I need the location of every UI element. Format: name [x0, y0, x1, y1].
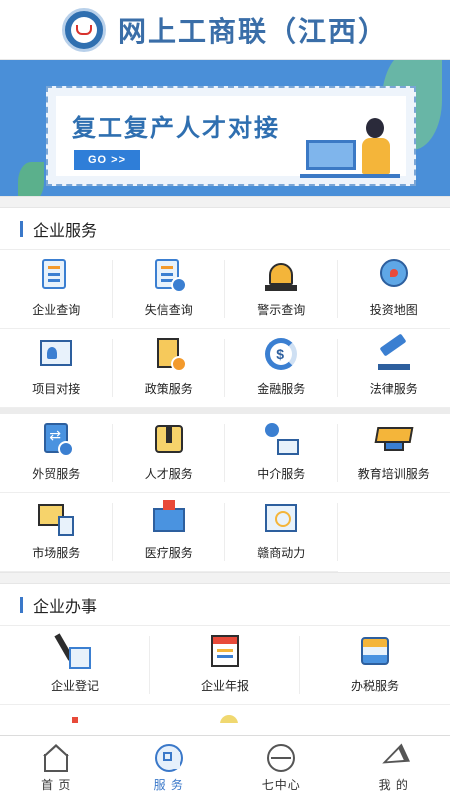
services-grid-group1: 企业查询 失信查询 警示查询 投资地图 项目对接 政策服务 金融服务 法律服务	[0, 250, 450, 408]
service-project-matching[interactable]: 项目对接	[0, 329, 113, 408]
app-title: 网上工商联（江西）	[117, 14, 388, 48]
app-header: 网上工商联（江西）	[0, 0, 450, 60]
banner-card: 复工复产人才对接 GO >>	[46, 86, 416, 186]
gavel-icon	[374, 333, 414, 372]
service-medical[interactable]: 医疗服务	[112, 493, 225, 572]
service-label: 失信查询	[144, 303, 193, 317]
service-label: 市场服务	[32, 546, 81, 560]
service-label: 投资地图	[369, 303, 418, 317]
network-icon	[261, 500, 301, 536]
affair-label: 企业登记	[50, 679, 99, 693]
affair-registration[interactable]: 企业登记	[0, 626, 150, 705]
bottom-tab-bar: 首 页 服 务 七中心 我 的	[0, 735, 450, 800]
service-talent[interactable]: 人才服务	[112, 414, 225, 493]
federation-logo-icon	[61, 7, 106, 52]
tab-label: 七中心	[261, 777, 301, 792]
service-education[interactable]: 教育培训服务	[337, 414, 450, 493]
chart-calculator-icon	[36, 500, 76, 536]
service-label: 金融服务	[257, 382, 306, 396]
enterprise-search-icon	[36, 257, 76, 293]
tab-label: 我 的	[378, 777, 409, 792]
section-header-enterprise-services: 企业服务	[0, 208, 450, 250]
services-grid-icon	[154, 743, 184, 772]
project-frame-icon	[36, 336, 76, 372]
promo-banner[interactable]: 复工复产人才对接 GO >>	[0, 60, 450, 196]
section-title: 企业服务	[33, 222, 98, 240]
tab-services[interactable]: 服 务	[113, 736, 226, 800]
tax-drawer-icon	[355, 633, 395, 669]
credit-search-icon	[149, 257, 189, 293]
alarm-lamp-icon	[261, 257, 301, 293]
service-label: 医疗服务	[144, 546, 193, 560]
service-enterprise-search[interactable]: 企业查询	[0, 250, 113, 329]
tab-mine[interactable]: 我 的	[338, 736, 450, 800]
plant-decoration-icon	[18, 162, 44, 196]
service-finance[interactable]: 金融服务	[225, 329, 338, 408]
graduation-cap-icon	[374, 421, 414, 457]
finance-coin-icon	[261, 336, 301, 372]
service-agency[interactable]: 中介服务	[225, 414, 338, 493]
service-label: 赣商动力	[257, 546, 306, 560]
pen-form-icon	[54, 633, 95, 669]
tab-label: 首 页	[41, 777, 72, 792]
affair-label: 企业年报	[200, 679, 249, 693]
tab-home[interactable]: 首 页	[0, 736, 113, 800]
service-label: 政策服务	[144, 382, 193, 396]
hospital-icon	[149, 500, 189, 536]
trade-exchange-icon	[36, 421, 76, 457]
service-market[interactable]: 市场服务	[0, 493, 113, 572]
globe-map-icon	[374, 257, 414, 293]
section-header-enterprise-affairs: 企业办事	[0, 584, 450, 626]
service-investment-map[interactable]: 投资地图	[337, 250, 450, 329]
banner-title: 复工复产人才对接	[72, 115, 280, 142]
annual-report-icon	[205, 633, 245, 669]
next-row-peek	[0, 705, 450, 723]
paper-plane-icon	[377, 742, 410, 773]
agent-person-icon	[261, 421, 301, 457]
service-label: 项目对接	[32, 382, 81, 396]
affair-annual-report[interactable]: 企业年报	[150, 626, 300, 705]
section-divider	[0, 196, 450, 208]
section-divider	[0, 572, 450, 584]
banner-illustration	[300, 118, 400, 182]
banner-go-button[interactable]: GO >>	[74, 150, 140, 170]
service-label: 人才服务	[144, 467, 193, 481]
service-policy[interactable]: 政策服务	[112, 329, 225, 408]
tab-seven-center[interactable]: 七中心	[225, 736, 338, 800]
service-label: 外贸服务	[32, 467, 81, 481]
suit-tie-icon	[149, 421, 189, 457]
seven-center-icon	[266, 743, 296, 772]
service-warning-search[interactable]: 警示查询	[225, 250, 338, 329]
service-foreign-trade[interactable]: 外贸服务	[0, 414, 113, 493]
section-title: 企业办事	[33, 598, 98, 616]
services-grid-group2: 外贸服务 人才服务 中介服务 教育培训服务 市场服务 医疗服务 赣商动力	[0, 414, 450, 572]
home-icon	[41, 743, 71, 772]
service-label: 中介服务	[257, 467, 306, 481]
service-legal[interactable]: 法律服务	[337, 329, 450, 408]
affair-tax[interactable]: 办税服务	[300, 626, 450, 705]
affair-label: 办税服务	[350, 679, 399, 693]
service-credit-search[interactable]: 失信查询	[112, 250, 225, 329]
policy-document-icon	[149, 336, 189, 372]
service-label: 警示查询	[257, 303, 306, 317]
tab-label: 服 务	[153, 777, 184, 792]
empty-cell	[338, 493, 450, 572]
service-label: 企业查询	[32, 303, 81, 317]
affairs-grid: 企业登记 企业年报 办税服务	[0, 626, 450, 705]
service-ganshang-power[interactable]: 赣商动力	[225, 493, 338, 572]
service-label: 教育培训服务	[357, 467, 430, 481]
service-label: 法律服务	[369, 382, 418, 396]
